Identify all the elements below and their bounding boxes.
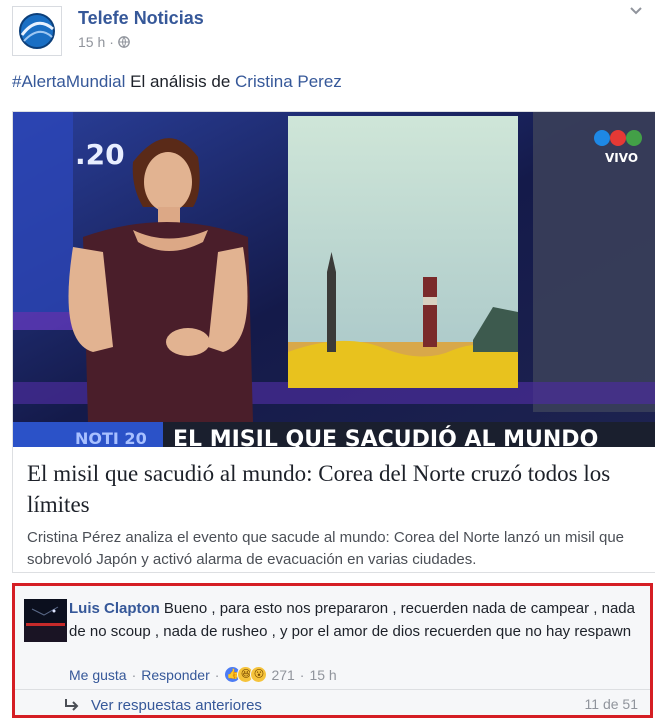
page-avatar[interactable] [12, 6, 62, 56]
post-header: Telefe Noticias 15 h · [12, 6, 645, 56]
post-meta: 15 h · [78, 34, 130, 50]
channel-number: .20 [75, 138, 125, 171]
headline-banner: EL MISIL QUE SACUDIÓ AL MUNDO [173, 426, 598, 447]
comment-body: Luis Clapton Bueno , para esto nos prepar… [69, 597, 647, 643]
lower-third-label: NOTI 20 [75, 429, 147, 447]
comment-actions: Me gusta · Responder · 👍 😆 😮 271 · 15 h [69, 666, 337, 683]
action-separator: · [299, 666, 305, 683]
reactions[interactable]: 👍 😆 😮 [224, 666, 268, 683]
video-thumbnail[interactable]: .20 VIVO NOTI 20 EL MISIL QUE SACUDIÓ AL [13, 112, 655, 447]
card-title[interactable]: El misil que sacudió al mundo: Corea del… [27, 458, 642, 520]
missile-right [423, 277, 437, 347]
replies-row: Ver respuestas anteriores 11 de 51 [63, 694, 638, 716]
telefe-dot-red [610, 130, 626, 146]
post-text: #AlertaMundial El análisis de Cristina P… [12, 72, 342, 92]
missile-left [327, 272, 336, 352]
telefe-logo-icon [13, 7, 61, 55]
post-time[interactable]: 15 h [78, 34, 105, 50]
view-previous-replies-link[interactable]: Ver respuestas anteriores [91, 697, 262, 714]
highlighted-comment: Luis Clapton Bueno , para esto nos prepar… [12, 583, 653, 718]
live-label: VIVO [605, 151, 638, 165]
divider [15, 689, 650, 690]
replies-count: 11 de 51 [584, 696, 638, 712]
reaction-count[interactable]: 271 [271, 667, 294, 683]
card-description: Cristina Pérez analiza el evento que sac… [27, 529, 625, 568]
commenter-avatar[interactable] [24, 599, 67, 642]
reply-button[interactable]: Responder [141, 667, 210, 683]
mention-link[interactable]: Cristina Perez [235, 72, 342, 91]
action-separator: · [131, 666, 137, 683]
comment-time[interactable]: 15 h [309, 667, 336, 683]
like-button[interactable]: Me gusta [69, 667, 127, 683]
wow-icon: 😮 [250, 666, 268, 683]
link-card[interactable]: .20 VIVO NOTI 20 EL MISIL QUE SACUDIÓ AL [12, 111, 655, 573]
globe-icon [118, 36, 130, 48]
hashtag-link[interactable]: #AlertaMundial [12, 72, 125, 91]
telefe-dot-blue [594, 130, 610, 146]
meta-separator: · [109, 34, 114, 50]
post-text-middle: El análisis de [125, 72, 236, 91]
telefe-dot-green [626, 130, 642, 146]
action-separator: · [214, 666, 220, 683]
chevron-down-icon[interactable] [629, 6, 643, 16]
page-name[interactable]: Telefe Noticias [78, 8, 204, 29]
comment-author[interactable]: Luis Clapton [69, 600, 160, 617]
reply-arrow-icon [65, 699, 79, 711]
